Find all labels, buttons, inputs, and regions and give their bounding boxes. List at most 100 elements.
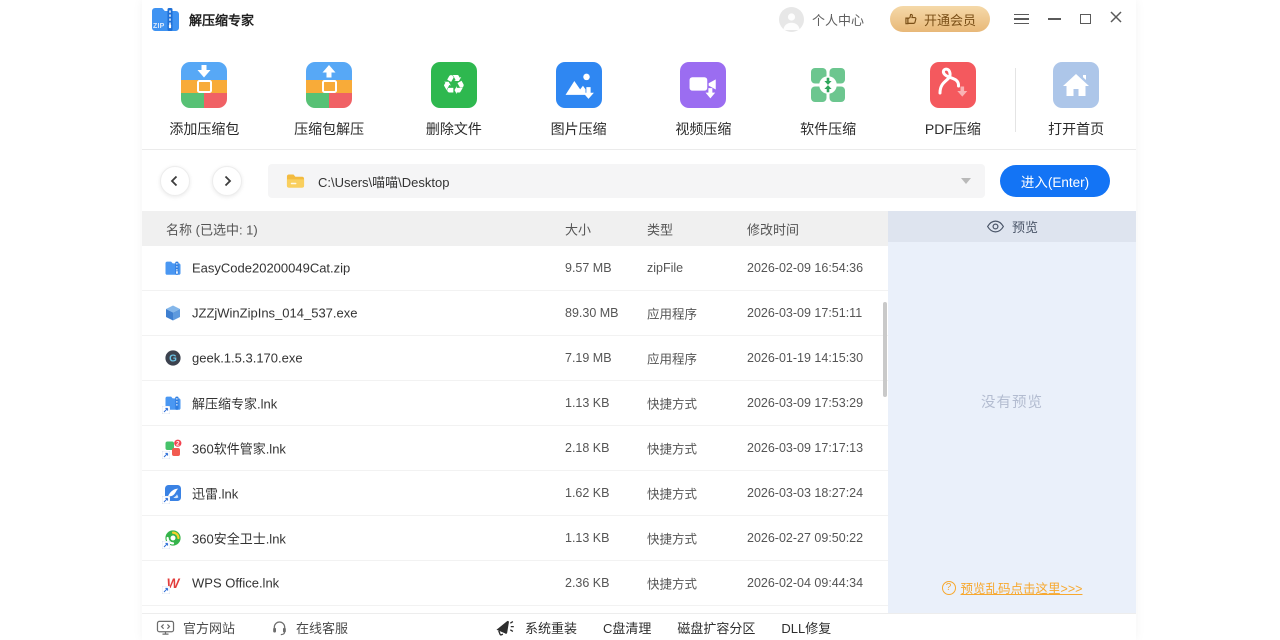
- header-type[interactable]: 类型: [647, 219, 673, 238]
- header-modified[interactable]: 修改时间: [747, 219, 799, 238]
- file-name: 360安全卫士.lnk: [192, 529, 286, 548]
- footer-tool-label: 系统重装: [525, 618, 577, 637]
- open-vip-button[interactable]: 开通会员: [890, 6, 990, 32]
- table-row[interactable]: W WPS Office.lnk 2.36 KB 快捷方式 2026-02-04…: [142, 561, 888, 606]
- list-scrollbar[interactable]: [883, 302, 887, 397]
- shortcut-arrow-icon: [162, 451, 170, 459]
- table-row[interactable]: EasyCode20200049Cat.zip 9.57 MB zipFile …: [142, 246, 888, 291]
- eye-icon: [986, 220, 1005, 233]
- online-support-link[interactable]: 在线客服: [271, 618, 348, 637]
- header-size[interactable]: 大小: [565, 219, 591, 238]
- table-row[interactable]: JZZjWinZipIns_014_537.exe 89.30 MB 应用程序 …: [142, 291, 888, 336]
- app-title: 解压缩专家: [189, 10, 254, 29]
- maximize-button[interactable]: [1080, 14, 1091, 24]
- add-archive-icon: [181, 62, 227, 108]
- extract-archive-icon: [306, 62, 352, 108]
- file-type: zipFile: [647, 261, 683, 275]
- file-type: 快捷方式: [647, 529, 697, 548]
- disk-expand-link[interactable]: 磁盘扩容分区: [677, 618, 755, 637]
- file-size: 7.19 MB: [565, 351, 612, 365]
- add-archive-button[interactable]: 添加压缩包: [142, 62, 267, 149]
- thunder-xunlei-icon: [164, 484, 182, 502]
- table-row[interactable]: 解压缩专家.lnk 1.13 KB 快捷方式 2026-03-09 17:53:…: [142, 381, 888, 426]
- svg-text:G: G: [169, 354, 177, 365]
- chevron-left-icon: [169, 175, 181, 187]
- official-site-label: 官方网站: [183, 618, 235, 637]
- file-modified: 2026-01-19 14:15:30: [747, 351, 863, 365]
- software-compress-button[interactable]: 软件压缩: [766, 62, 891, 149]
- path-dropdown-caret[interactable]: [961, 178, 971, 184]
- file-name: geek.1.5.3.170.exe: [192, 351, 303, 366]
- titlebar: ZIP 解压缩专家 个人中心 开通会员: [142, 0, 1136, 38]
- file-modified: 2026-03-09 17:53:29: [747, 396, 863, 410]
- close-icon: [1110, 11, 1122, 23]
- enter-button[interactable]: 进入(Enter): [1000, 165, 1110, 197]
- person-icon: [782, 11, 801, 30]
- image-compress-button[interactable]: 图片压缩: [516, 62, 641, 149]
- close-button[interactable]: [1110, 10, 1122, 28]
- file-modified: 2026-02-04 09:44:34: [747, 576, 863, 590]
- file-size: 1.62 KB: [565, 486, 609, 500]
- video-compress-button[interactable]: 视频压缩: [641, 62, 766, 149]
- table-row[interactable]: G geek.1.5.3.170.exe 7.19 MB 应用程序 2026-0…: [142, 336, 888, 381]
- svg-text:2: 2: [176, 441, 180, 448]
- file-modified: 2026-02-27 09:50:22: [747, 531, 863, 545]
- table-row[interactable]: 迅雷.lnk 1.62 KB 快捷方式 2026-03-03 18:27:24: [142, 471, 888, 516]
- delete-file-button[interactable]: ♻ 删除文件: [392, 62, 517, 149]
- file-size: 2.18 KB: [565, 441, 609, 455]
- forward-button[interactable]: [212, 166, 242, 196]
- toolbar-label: 软件压缩: [800, 119, 856, 139]
- toolbar-label: 添加压缩包: [169, 119, 239, 139]
- system-reinstall-link[interactable]: 系统重装: [494, 618, 577, 637]
- c-drive-clean-link[interactable]: C盘清理: [603, 618, 651, 637]
- file-name: JZZjWinZipIns_014_537.exe: [192, 306, 357, 321]
- file-type: 快捷方式: [647, 484, 697, 503]
- image-compress-icon: [556, 62, 602, 108]
- garbled-preview-link[interactable]: ? 预览乱码点击这里>>>: [888, 578, 1136, 597]
- shortcut-arrow-icon: [162, 541, 170, 549]
- no-preview-text: 没有预览: [888, 391, 1136, 412]
- garbled-link-text: 预览乱码点击这里>>>: [961, 578, 1083, 597]
- user-avatar[interactable]: [779, 7, 804, 32]
- home-icon: [1053, 62, 1099, 108]
- thumb-up-icon: [904, 12, 918, 26]
- pdf-compress-button[interactable]: PDF压缩: [891, 62, 1016, 149]
- toolbar-label: 删除文件: [426, 119, 482, 139]
- wps-office-icon: W: [164, 574, 182, 592]
- footer-bar: 官方网站 在线客服 系统重装: [142, 613, 1136, 640]
- minimize-button[interactable]: [1048, 18, 1061, 20]
- footer-tools: 系统重装 C盘清理 磁盘扩容分区 DLL修复: [494, 618, 831, 637]
- logo-zip-label: ZIP: [153, 23, 165, 30]
- online-support-label: 在线客服: [296, 618, 348, 637]
- toolbar-label: 压缩包解压: [294, 119, 364, 139]
- shortcut-arrow-icon: [162, 586, 170, 594]
- toolbar: 添加压缩包 压缩包解压 ♻ 删除文件 图片压缩: [142, 44, 1136, 150]
- app-window: ZIP 解压缩专家 个人中心 开通会员: [142, 0, 1136, 640]
- file-size: 1.13 KB: [565, 531, 609, 545]
- 360-software-manager-icon: 2: [164, 439, 182, 457]
- toolbar-label: PDF压缩: [925, 119, 981, 139]
- monitor-icon: [156, 619, 175, 636]
- toolbar-label: 打开首页: [1048, 119, 1104, 139]
- path-input[interactable]: C:\Users\喵喵\Desktop: [268, 164, 985, 198]
- vip-button-label: 开通会员: [924, 10, 976, 29]
- dll-repair-link[interactable]: DLL修复: [781, 618, 831, 637]
- chevron-right-icon: [221, 175, 233, 187]
- table-row[interactable]: 2 360软件管家.lnk 2.18 KB 快捷方式 2026-03-09 17…: [142, 426, 888, 471]
- video-compress-icon: [680, 62, 726, 108]
- address-bar: C:\Users\喵喵\Desktop 进入(Enter): [142, 158, 1136, 202]
- open-home-button[interactable]: 打开首页: [1016, 62, 1136, 149]
- official-site-link[interactable]: 官方网站: [156, 618, 235, 637]
- file-size: 89.30 MB: [565, 306, 619, 320]
- back-button[interactable]: [160, 166, 190, 196]
- extract-archive-button[interactable]: 压缩包解压: [267, 62, 392, 149]
- toolbar-label: 图片压缩: [551, 119, 607, 139]
- header-name[interactable]: 名称 (已选中: 1): [166, 219, 258, 238]
- user-center-link[interactable]: 个人中心: [812, 10, 864, 29]
- file-name: EasyCode20200049Cat.zip: [192, 261, 350, 276]
- geek-uninstaller-icon: G: [164, 349, 182, 367]
- menu-button[interactable]: [1014, 11, 1029, 27]
- table-row[interactable]: 360安全卫士.lnk 1.13 KB 快捷方式 2026-02-27 09:5…: [142, 516, 888, 561]
- headset-icon: [271, 619, 288, 636]
- file-type: 应用程序: [647, 349, 697, 368]
